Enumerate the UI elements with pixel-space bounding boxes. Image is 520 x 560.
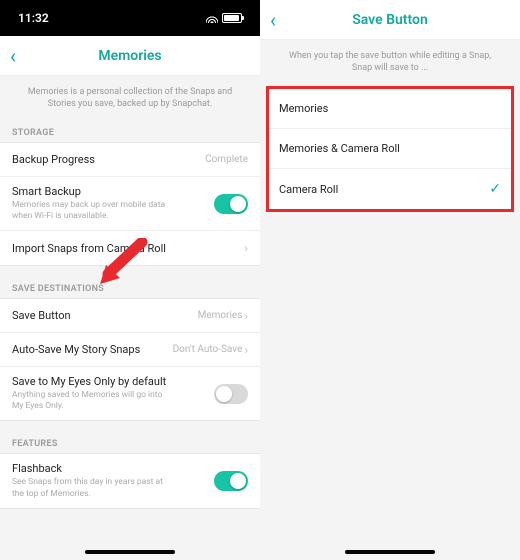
row-subtitle: Anything saved to Memories will go into … bbox=[12, 390, 172, 412]
row-title: Save Button bbox=[12, 309, 71, 322]
toggle-flashback[interactable] bbox=[214, 471, 248, 491]
chevron-right-icon: › bbox=[244, 309, 248, 323]
battery-icon bbox=[222, 13, 242, 23]
checkmark-icon: ✓ bbox=[489, 181, 501, 197]
row-main: Smart Backup Memories may back up over m… bbox=[12, 185, 172, 222]
row-group-features: Flashback See Snaps from this day in yea… bbox=[0, 453, 260, 508]
page-title: Save Button bbox=[352, 12, 428, 28]
row-group-storage: Backup Progress Complete Smart Backup Me… bbox=[0, 142, 260, 266]
option-label: Memories bbox=[279, 102, 328, 115]
row-title: Smart Backup bbox=[12, 185, 172, 198]
row-value: Memories › bbox=[198, 309, 248, 323]
section-label-save-dest: SAVE DESTINATIONS bbox=[0, 278, 260, 298]
row-title: Backup Progress bbox=[12, 153, 95, 166]
row-title: Import Snaps from Camera Roll bbox=[12, 242, 166, 255]
back-button[interactable]: ‹ bbox=[10, 46, 16, 66]
back-button[interactable]: ‹ bbox=[270, 10, 276, 30]
header: ‹ Memories bbox=[0, 36, 260, 76]
row-subtitle: Memories may back up over mobile data wh… bbox=[12, 200, 172, 222]
chevron-right-icon: › bbox=[244, 241, 248, 255]
screen-memories: 11:32 ‹ Memories Memories is a personal … bbox=[0, 0, 260, 560]
row-save-button[interactable]: Save Button Memories › bbox=[0, 299, 260, 333]
page-subtitle: Memories is a personal collection of the… bbox=[0, 76, 260, 122]
page-subtitle: When you tap the save button while editi… bbox=[260, 40, 520, 86]
row-flashback[interactable]: Flashback See Snaps from this day in yea… bbox=[0, 454, 260, 507]
row-title: Flashback bbox=[12, 462, 172, 475]
row-value-text: Don't Auto-Save bbox=[173, 344, 243, 355]
page-title: Memories bbox=[98, 48, 161, 64]
section-label-features: FEATURES bbox=[0, 433, 260, 453]
home-indicator bbox=[85, 550, 175, 554]
header: ‹ Save Button bbox=[260, 0, 520, 40]
home-indicator bbox=[345, 550, 435, 554]
row-title: Save to My Eyes Only by default bbox=[12, 375, 172, 388]
row-value: Complete bbox=[205, 154, 248, 165]
status-icons bbox=[206, 13, 242, 23]
screen-save-button: ‹ Save Button When you tap the save butt… bbox=[260, 0, 520, 560]
option-memories[interactable]: Memories bbox=[269, 89, 511, 129]
section-label-storage: STORAGE bbox=[0, 122, 260, 142]
row-main: Flashback See Snaps from this day in yea… bbox=[12, 462, 172, 499]
toggle-smart-backup[interactable] bbox=[214, 194, 248, 214]
chevron-right-icon: › bbox=[244, 343, 248, 357]
row-backup-progress[interactable]: Backup Progress Complete bbox=[0, 143, 260, 177]
option-label: Memories & Camera Roll bbox=[279, 142, 400, 155]
option-camera-roll[interactable]: Camera Roll ✓ bbox=[269, 169, 511, 209]
row-auto-save[interactable]: Auto-Save My Story Snaps Don't Auto-Save… bbox=[0, 333, 260, 367]
row-eyes-only[interactable]: Save to My Eyes Only by default Anything… bbox=[0, 367, 260, 420]
row-smart-backup[interactable]: Smart Backup Memories may back up over m… bbox=[0, 177, 260, 231]
row-import-snaps[interactable]: Import Snaps from Camera Roll › bbox=[0, 231, 260, 265]
row-main: Save to My Eyes Only by default Anything… bbox=[12, 375, 172, 412]
row-group-save-dest: Save Button Memories › Auto-Save My Stor… bbox=[0, 298, 260, 421]
toggle-eyes-only[interactable] bbox=[214, 384, 248, 404]
row-subtitle: See Snaps from this day in years past at… bbox=[12, 477, 172, 499]
status-time: 11:32 bbox=[18, 11, 49, 25]
row-title: Auto-Save My Story Snaps bbox=[12, 343, 140, 356]
wifi-icon bbox=[206, 14, 218, 23]
status-bar: 11:32 bbox=[0, 0, 260, 36]
row-value: Don't Auto-Save › bbox=[173, 343, 248, 357]
row-value-text: Memories bbox=[198, 310, 243, 321]
option-memories-camera-roll[interactable]: Memories & Camera Roll bbox=[269, 129, 511, 169]
annotation-highlight-box: Memories Memories & Camera Roll Camera R… bbox=[266, 86, 514, 212]
options-group: Memories Memories & Camera Roll Camera R… bbox=[269, 89, 511, 209]
option-label: Camera Roll bbox=[279, 183, 338, 196]
